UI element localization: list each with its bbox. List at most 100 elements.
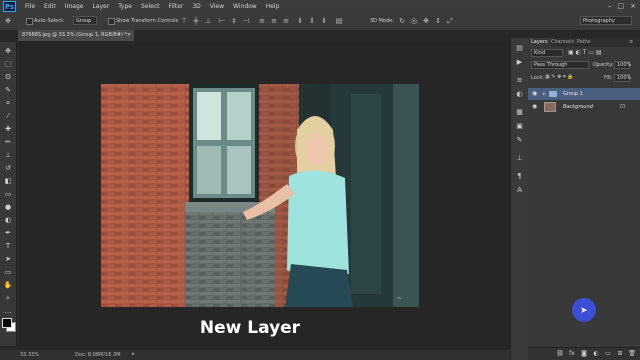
path-select-icon[interactable]: ➤ (3, 254, 13, 264)
brush-panel-icon[interactable]: ✎ (515, 136, 524, 145)
menu-help[interactable]: Help (266, 3, 280, 10)
align-center-icon[interactable]: ‡ (230, 17, 238, 25)
3d-scale-icon[interactable]: ⤢ (446, 17, 454, 25)
eye-icon[interactable]: ◉ (532, 88, 538, 100)
healing-tool-icon[interactable]: ✚ (3, 124, 13, 134)
distribute-icon[interactable]: ≡ (258, 17, 266, 25)
3d-roll-icon[interactable]: ◎ (410, 17, 418, 25)
layer-row-background[interactable]: ◉ Background ⊡ (528, 101, 640, 113)
link-layers-icon[interactable]: ⛓ (556, 350, 564, 358)
distribute-icon[interactable]: ⫴ (308, 17, 316, 25)
actions-panel-icon[interactable]: ▶ (515, 58, 524, 67)
menu-window[interactable]: Window (233, 3, 257, 10)
zoom-tool-icon[interactable]: ⌕ (3, 293, 13, 303)
document-tab[interactable]: 87688S.jpg @ 33.3% (Group 1, RGB/8#) * × (18, 30, 134, 41)
menu-file[interactable]: File (25, 3, 35, 10)
fill-input[interactable]: 100% (614, 74, 631, 82)
zoom-level[interactable]: 33.33% (20, 352, 39, 358)
character-panel-icon[interactable]: A (515, 186, 524, 195)
new-group-icon[interactable]: ▭ (604, 350, 612, 358)
auto-select-dropdown[interactable]: Group (73, 16, 97, 25)
quick-select-tool-icon[interactable]: ✎ (3, 85, 13, 95)
distribute-icon[interactable]: ⫴ (320, 17, 328, 25)
3d-rotate-icon[interactable]: ↻ (398, 17, 406, 25)
new-layer-icon[interactable]: ⊞ (616, 350, 624, 358)
photo-illustration: ~ (101, 84, 419, 307)
3d-slide-icon[interactable]: ⇕ (434, 17, 442, 25)
align-right-icon[interactable]: ⊣ (242, 17, 250, 25)
libraries-panel-icon[interactable]: ▣ (515, 122, 524, 131)
3d-pan-icon[interactable]: ✥ (422, 17, 430, 25)
close-document-icon[interactable]: × (127, 30, 131, 41)
menu-layer[interactable]: Layer (92, 3, 109, 10)
auto-align-icon[interactable]: ▤ (335, 17, 343, 25)
workspace-dropdown[interactable]: Photography (580, 16, 632, 25)
brush-tool-icon[interactable]: ✏ (3, 137, 13, 147)
more-tools-icon[interactable]: … (3, 306, 13, 316)
layer-name[interactable]: Group 1 (563, 88, 583, 100)
lasso-tool-icon[interactable]: ʘ (3, 72, 13, 82)
align-top-icon[interactable]: ⊤ (180, 17, 188, 25)
tab-channels[interactable]: Channels (548, 38, 577, 47)
marquee-tool-icon[interactable]: ⬚ (3, 59, 13, 69)
blend-mode-dropdown[interactable]: Pass Through (531, 61, 589, 69)
layer-mask-icon[interactable]: ◙ (580, 350, 588, 358)
status-menu-arrow-icon[interactable]: ▸ (132, 351, 135, 357)
blur-tool-icon[interactable]: ● (3, 202, 13, 212)
gradient-tool-icon[interactable]: ▭ (3, 189, 13, 199)
history-panel-icon[interactable]: ▤ (515, 44, 524, 53)
transform-checkbox[interactable] (108, 18, 115, 25)
auto-select-checkbox[interactable] (26, 18, 33, 25)
align-bottom-icon[interactable]: ⊥ (204, 17, 212, 25)
window-controls: – □ × (608, 2, 636, 10)
hand-tool-icon[interactable]: ✋ (3, 280, 13, 290)
menu-type[interactable]: Type (118, 3, 132, 10)
menu-image[interactable]: Image (65, 3, 84, 10)
adjustments-panel-icon[interactable]: ◐ (515, 90, 524, 99)
menu-edit[interactable]: Edit (44, 3, 56, 10)
shape-tool-icon[interactable]: ▭ (3, 267, 13, 277)
type-tool-icon[interactable]: T (3, 241, 13, 251)
align-middle-icon[interactable]: ╪ (192, 17, 200, 25)
menu-select[interactable]: Select (141, 3, 160, 10)
layer-name[interactable]: Background (563, 101, 593, 113)
distribute-icon[interactable]: ≡ (282, 17, 290, 25)
dodge-tool-icon[interactable]: ◐ (3, 215, 13, 225)
eye-icon[interactable]: ◉ (532, 101, 538, 113)
eyedropper-tool-icon[interactable]: ⁄ (3, 111, 13, 121)
move-tool-icon[interactable]: ✥ (3, 46, 13, 56)
lock-icons[interactable]: ▦ ✎ ✥ ⌗ 🔒 (545, 74, 574, 80)
close-button[interactable]: × (630, 2, 636, 10)
properties-panel-icon[interactable]: ≡ (515, 76, 524, 85)
crop-tool-icon[interactable]: ⌗ (3, 98, 13, 108)
filter-icons[interactable]: ▣ ◐ T ▭ ▤ (568, 49, 602, 56)
minimize-button[interactable]: – (608, 2, 612, 10)
trash-icon[interactable]: 🗑 (628, 350, 636, 358)
pen-tool-icon[interactable]: ✒ (3, 228, 13, 238)
expand-arrow-icon[interactable]: ▸ (543, 88, 546, 100)
distribute-icon[interactable]: ⫴ (296, 17, 304, 25)
panel-menu-icon[interactable]: ≡ (626, 38, 636, 47)
history-brush-icon[interactable]: ↺ (3, 163, 13, 173)
maximize-button[interactable]: □ (618, 2, 625, 10)
3d-mode-label: 3D Mode: (370, 18, 394, 24)
panel-tabs: Layers Channels Paths ≡ (528, 38, 640, 47)
filter-kind-dropdown[interactable]: Kind (531, 49, 563, 57)
move-tool-icon[interactable]: ✥ (4, 17, 12, 25)
menu-filter[interactable]: Filter (169, 3, 184, 10)
align-left-icon[interactable]: ⊢ (218, 17, 226, 25)
adjustment-layer-icon[interactable]: ◐ (592, 350, 600, 358)
document-image[interactable]: ~ (101, 84, 419, 307)
stamp-tool-icon[interactable]: ⊥ (3, 150, 13, 160)
eraser-tool-icon[interactable]: ◧ (3, 176, 13, 186)
menu-3d[interactable]: 3D (192, 3, 200, 10)
tab-paths[interactable]: Paths (574, 38, 594, 47)
swatches-panel-icon[interactable]: ▦ (515, 108, 524, 117)
distribute-icon[interactable]: ≡ (270, 17, 278, 25)
clone-source-icon[interactable]: ⊥ (515, 154, 524, 163)
opacity-input[interactable]: 100% (614, 61, 631, 69)
paragraph-panel-icon[interactable]: ¶ (515, 172, 524, 181)
menu-view[interactable]: View (210, 3, 224, 10)
layer-row-group-1[interactable]: ◉ ▸ Group 1 (528, 88, 640, 100)
layer-style-icon[interactable]: fx (568, 350, 576, 358)
